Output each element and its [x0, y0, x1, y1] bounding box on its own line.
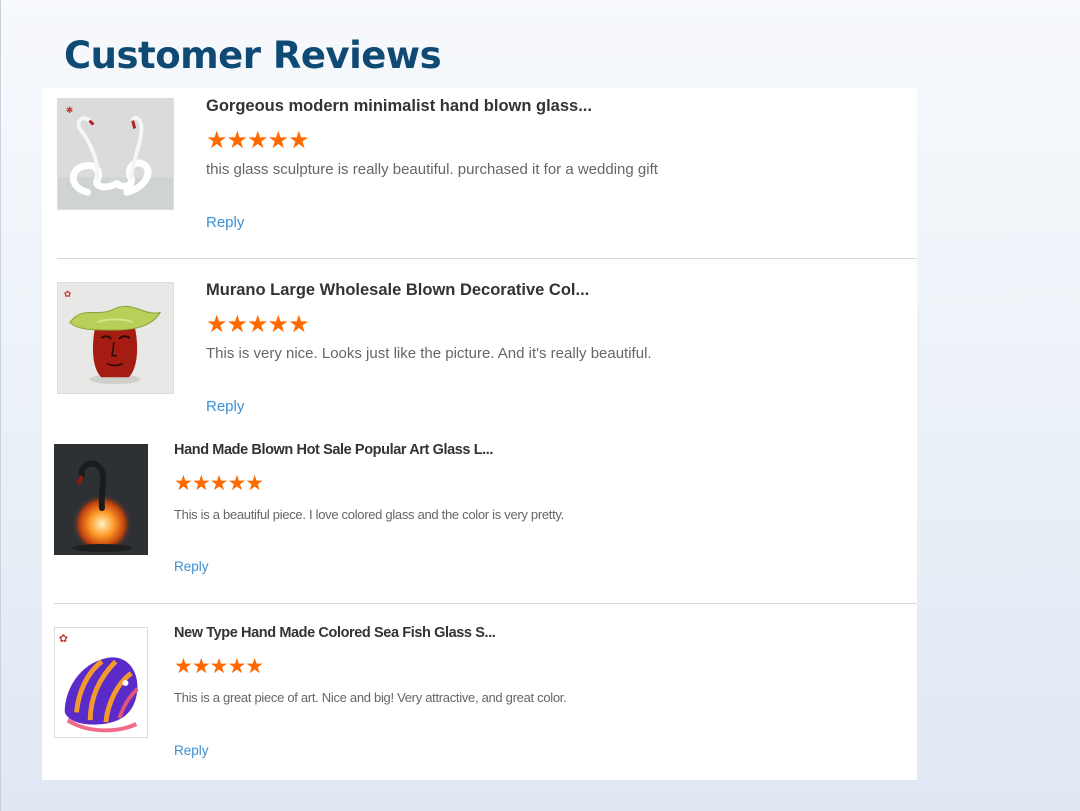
product-thumbnail-glass-swans[interactable]: ✱: [57, 98, 174, 210]
reply-link[interactable]: Reply: [206, 398, 244, 415]
review-product-title[interactable]: Hand Made Blown Hot Sale Popular Art Gla…: [174, 442, 493, 458]
star-rating: ★★★★★: [174, 655, 264, 678]
svg-text:✱: ✱: [66, 106, 73, 116]
review-item: ✿ New Type Hand Made Colored Sea Fish Gl…: [42, 617, 917, 777]
review-text: This is very nice. Looks just like the p…: [206, 345, 652, 362]
left-border: [0, 0, 1, 811]
review-text: This is a beautiful piece. I love colore…: [174, 507, 564, 522]
svg-text:✿: ✿: [64, 290, 71, 300]
review-product-title[interactable]: Gorgeous modern minimalist hand blown gl…: [206, 97, 592, 116]
review-item: ✱ Gorgeous modern minimalist hand blown …: [42, 88, 917, 258]
glass-fish-image: ✿: [55, 628, 147, 737]
reviews-panel: ✱ Gorgeous modern minimalist hand blown …: [42, 88, 917, 780]
review-product-title[interactable]: Murano Large Wholesale Blown Decorative …: [206, 281, 589, 300]
product-thumbnail-glass-fish[interactable]: ✿: [54, 627, 148, 738]
reply-link[interactable]: Reply: [206, 214, 244, 231]
glass-swan-lamp-image: [54, 444, 148, 555]
review-item: ✿ Murano Large Wholesale Blown Decorativ…: [42, 272, 917, 432]
star-rating: ★★★★★: [206, 127, 310, 154]
product-thumbnail-glass-swan-lamp[interactable]: [54, 444, 148, 555]
page-title: Customer Reviews: [64, 34, 442, 77]
glass-face-vase-image: ✿: [58, 283, 173, 393]
review-text: this glass sculpture is really beautiful…: [206, 161, 658, 178]
svg-text:✿: ✿: [59, 632, 68, 645]
star-rating: ★★★★★: [206, 311, 310, 338]
glass-swans-image: ✱: [58, 99, 173, 209]
reply-link[interactable]: Reply: [174, 743, 209, 758]
review-item: Hand Made Blown Hot Sale Popular Art Gla…: [42, 434, 917, 602]
review-divider: [57, 258, 917, 259]
reply-link[interactable]: Reply: [174, 559, 209, 574]
star-rating: ★★★★★: [174, 472, 264, 495]
product-thumbnail-glass-face-vase[interactable]: ✿: [57, 282, 174, 394]
review-divider: [54, 603, 917, 604]
review-product-title[interactable]: New Type Hand Made Colored Sea Fish Glas…: [174, 625, 496, 641]
review-text: This is a great piece of art. Nice and b…: [174, 690, 567, 705]
